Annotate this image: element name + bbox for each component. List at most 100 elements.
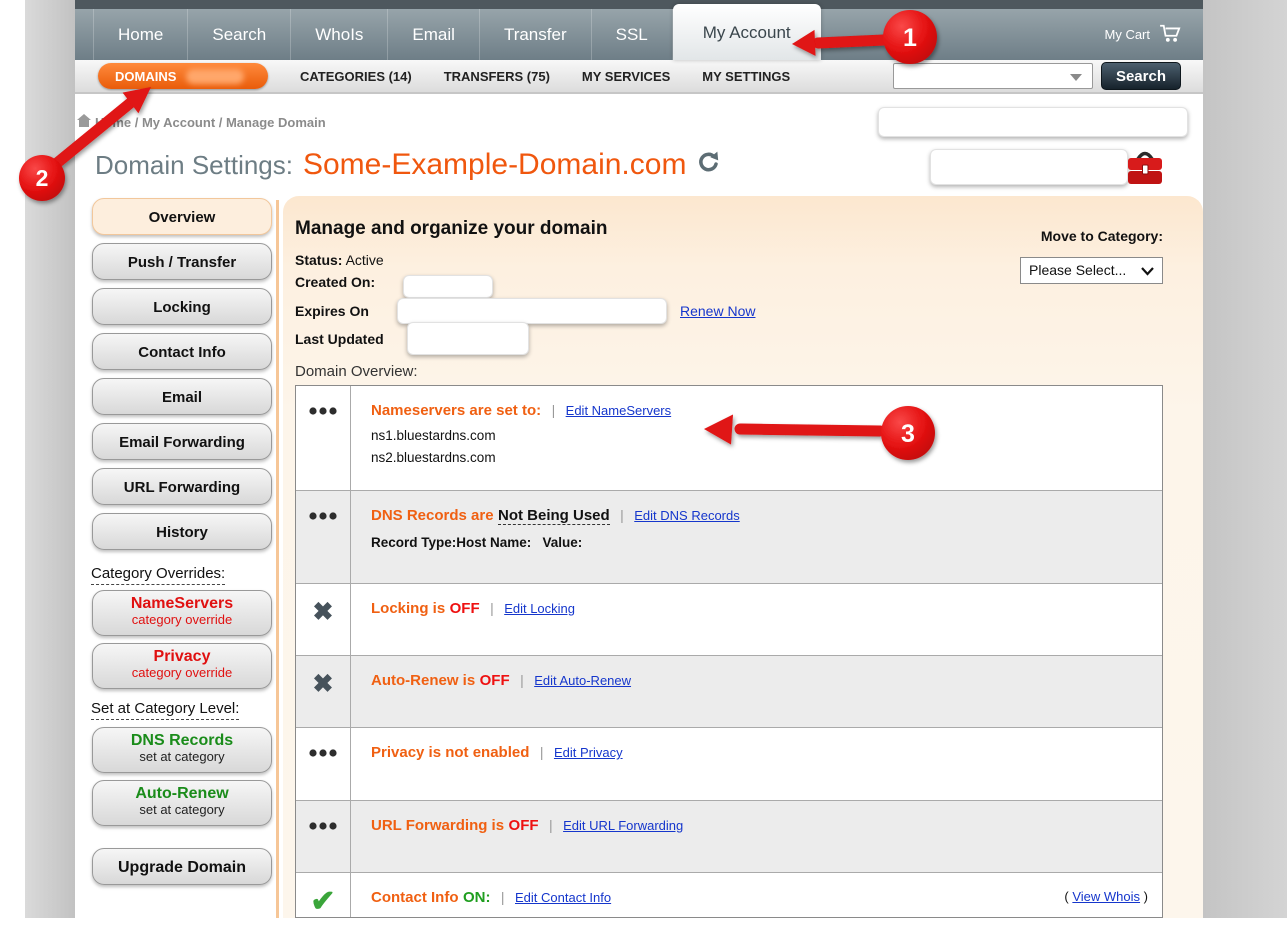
subnav-domains-button[interactable]: DOMAINS [98,63,268,89]
domains-label: DOMAINS [115,69,176,84]
category-subtitle: set at category [93,803,271,818]
redacted-box-account-info [878,107,1188,137]
override-subtitle: category override [93,613,271,628]
subnav-categories[interactable]: CATEGORIES (14) [300,69,412,84]
override-title: NameServers [93,595,271,613]
sidebar-item-url-forwarding[interactable]: URL Forwarding [92,468,272,505]
view-whois-wrap: ( View Whois ) [1064,889,1148,904]
row-title: Auto-Renew is [371,672,475,689]
nav-tab-whois[interactable]: WhoIs [291,9,388,60]
sidebar-item-auto-renew-category[interactable]: Auto-Renew set at category [92,780,272,826]
table-row-nameservers: Nameservers are set to: | Edit NameServe… [296,386,1162,491]
category-overrides-label: Category Overrides: [91,565,225,582]
account-sub-navigation: DOMAINS CATEGORIES (14) TRANSFERS (75) M… [75,60,1203,94]
edit-url-forwarding-link[interactable]: Edit URL Forwarding [563,818,683,833]
domain-overview-table: Nameservers are set to: | Edit NameServe… [295,385,1163,918]
move-to-category-label: Move to Category: [1020,228,1163,244]
cart-icon [1159,23,1183,46]
category-title: Auto-Renew [93,785,271,803]
edit-nameservers-link[interactable]: Edit NameServers [566,403,671,418]
sidebar-item-upgrade-domain[interactable]: Upgrade Domain [92,848,272,885]
nav-tab-ssl[interactable]: SSL [592,9,673,60]
sidebar-item-privacy-override[interactable]: Privacy category override [92,643,272,689]
sidebar-item-contact-info[interactable]: Contact Info [92,333,272,370]
row-status: OFF [450,600,480,617]
sidebar-item-locking[interactable]: Locking [92,288,272,325]
status-line: Status: Active [295,252,384,268]
sidebar-item-push-transfer[interactable]: Push / Transfer [92,243,272,280]
page: Home Search WhoIs Email Transfer SSL My … [75,0,1203,918]
dns-record-headers: Record Type:Host Name: Value: [371,533,1144,553]
subnav-my-settings[interactable]: MY SETTINGS [702,69,790,84]
right-gutter [1203,0,1287,918]
edit-locking-link[interactable]: Edit Locking [504,601,575,616]
nav-tab-home[interactable]: Home [93,9,188,60]
sidebar-item-history[interactable]: History [92,513,272,550]
dots-icon [296,801,351,872]
table-row-url-forwarding: URL Forwarding is OFF | Edit URL Forward… [296,801,1162,873]
refresh-icon[interactable] [696,150,721,180]
subnav-my-services[interactable]: MY SERVICES [582,69,670,84]
toolbox-icon[interactable] [1123,146,1167,195]
row-status: Not Being Used [498,507,610,525]
redacted-created-date [403,275,493,298]
table-row-auto-renew: ✖ Auto-Renew is OFF | Edit Auto-Renew [296,656,1162,728]
redacted-domains-count [186,69,244,84]
redacted-box-domain-meta [930,149,1128,185]
sidebar-item-nameservers-override[interactable]: NameServers category override [92,590,272,636]
table-row-dns-records: DNS Records are Not Being Used | Edit DN… [296,491,1162,584]
breadcrumb[interactable]: Home / My Account / Manage Domain [95,115,326,130]
chevron-down-icon [1070,74,1082,81]
category-subtitle: set at category [93,750,271,765]
nav-tab-search[interactable]: Search [188,9,291,60]
category-title: DNS Records [93,732,271,750]
edit-privacy-link[interactable]: Edit Privacy [554,745,623,760]
row-title: Nameservers are set to: [371,402,541,419]
sidebar-item-overview[interactable]: Overview [92,198,272,235]
x-icon: ✖ [313,672,334,727]
nav-tab-email[interactable]: Email [388,9,480,60]
move-to-category-select[interactable]: Please Select... [1020,257,1163,284]
domain-search-combobox[interactable] [893,63,1093,89]
created-on-label: Created On: [295,274,375,290]
dots-icon [296,491,351,583]
edit-auto-renew-link[interactable]: Edit Auto-Renew [534,673,631,688]
my-cart-button[interactable]: My Cart [1105,9,1184,60]
subnav-transfers[interactable]: TRANSFERS (75) [444,69,550,84]
expires-on-label: Expires On [295,303,369,319]
sidebar-item-email-forwarding[interactable]: Email Forwarding [92,423,272,460]
override-subtitle: category override [93,666,271,681]
row-title: Locking is [371,600,445,617]
page-title: Domain Settings: [95,150,293,181]
sidebar-divider [276,200,279,918]
sidebar-item-email[interactable]: Email [92,378,272,415]
renew-now-link[interactable]: Renew Now [680,303,755,319]
row-title: DNS Records are [371,507,494,524]
domain-overview-label: Domain Overview: [295,363,418,380]
status-value: Active [346,252,384,268]
redacted-updated-date [407,322,529,355]
sidebar-item-dns-records-category[interactable]: DNS Records set at category [92,727,272,773]
search-button[interactable]: Search [1101,62,1181,90]
row-title: URL Forwarding is [371,817,504,834]
check-icon: ✔ [310,887,335,917]
row-status: OFF [509,817,539,834]
top-navigation: Home Search WhoIs Email Transfer SSL My … [75,9,1203,60]
edit-contact-info-link[interactable]: Edit Contact Info [515,890,611,905]
left-gutter [25,0,75,918]
nav-tab-transfer[interactable]: Transfer [480,9,592,60]
table-row-locking: ✖ Locking is OFF | Edit Locking [296,584,1162,656]
status-label: Status: [295,252,342,268]
nameserver-2: ns2.bluestardns.com [371,448,1144,468]
view-whois-link[interactable]: View Whois [1072,889,1140,904]
dots-icon [296,728,351,800]
row-title: Privacy is not enabled [371,744,529,761]
table-row-contact-info: ✔ Contact Info ON: | Edit Contact Info (… [296,873,1162,917]
edit-dns-records-link[interactable]: Edit DNS Records [634,508,739,523]
section-heading: Manage and organize your domain [295,218,608,240]
nameserver-1: ns1.bluestardns.com [371,426,1144,446]
nav-tab-my-account[interactable]: My Account [673,4,821,60]
row-title: Contact Info [371,889,459,906]
dots-icon [296,386,351,490]
override-title: Privacy [93,648,271,666]
